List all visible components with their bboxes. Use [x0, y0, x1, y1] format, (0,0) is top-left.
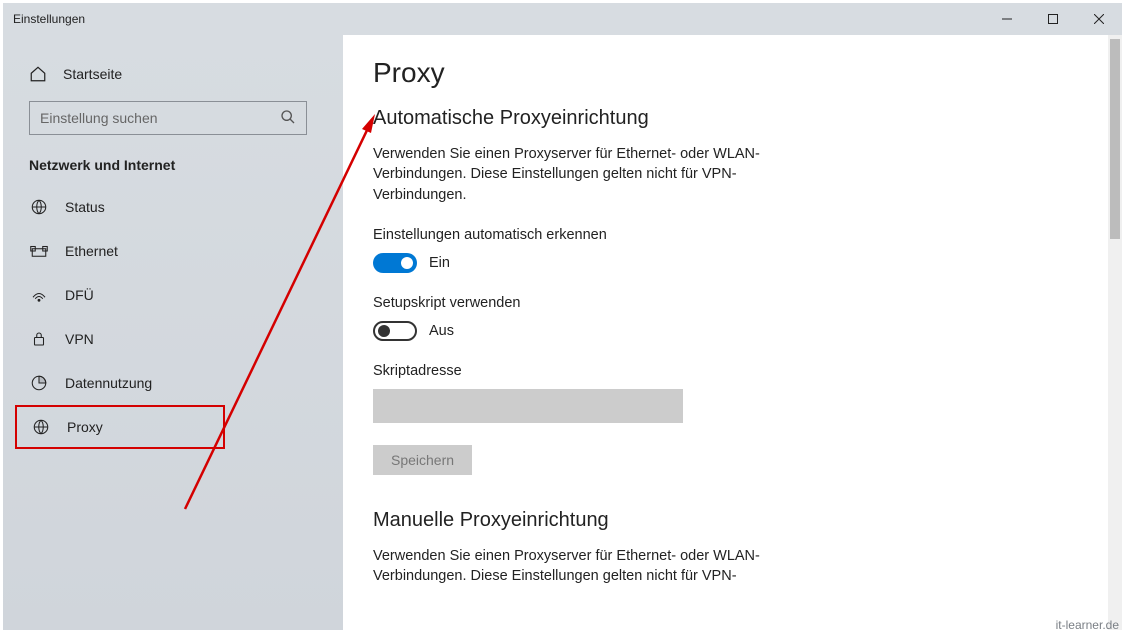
- setup-script-state: Aus: [429, 323, 454, 339]
- data-usage-icon: [29, 373, 49, 393]
- sidebar-item-ethernet[interactable]: Ethernet: [3, 229, 343, 273]
- script-address-label: Skriptadresse: [373, 363, 1092, 379]
- content-pane: Proxy Automatische Proxyeinrichtung Verw…: [343, 35, 1122, 630]
- detect-settings-toggle[interactable]: [373, 253, 417, 273]
- detect-settings-toggle-row: Ein: [373, 253, 1092, 273]
- maximize-button[interactable]: [1030, 3, 1076, 35]
- detect-settings-state: Ein: [429, 255, 450, 271]
- detect-settings-label: Einstellungen automatisch erkennen: [373, 227, 1092, 243]
- home-icon: [29, 65, 47, 83]
- page-title: Proxy: [373, 57, 1092, 89]
- sidebar-item-proxy[interactable]: Proxy: [17, 407, 223, 447]
- sidebar-item-vpn[interactable]: VPN: [3, 317, 343, 361]
- settings-window: Einstellungen Startseite: [3, 3, 1122, 630]
- manual-proxy-heading: Manuelle Proxyeinrichtung: [373, 509, 1092, 532]
- maximize-icon: [1048, 14, 1058, 24]
- close-button[interactable]: [1076, 3, 1122, 35]
- window-title: Einstellungen: [13, 12, 85, 26]
- sidebar-section-header: Netzwerk und Internet: [3, 157, 343, 185]
- script-address-input[interactable]: [373, 389, 683, 423]
- sidebar-item-label: VPN: [65, 331, 94, 347]
- sidebar-item-label: DFÜ: [65, 287, 94, 303]
- close-icon: [1094, 14, 1104, 24]
- minimize-button[interactable]: [984, 3, 1030, 35]
- content-scrollbar[interactable]: [1108, 35, 1122, 630]
- manual-proxy-description: Verwenden Sie einen Proxyserver für Ethe…: [373, 546, 773, 587]
- search-input[interactable]: [30, 110, 306, 126]
- search-wrap: [3, 101, 343, 157]
- nav-list: Status Ethernet DFÜ: [3, 185, 343, 449]
- sidebar-item-label: Status: [65, 199, 105, 215]
- globe-icon: [29, 197, 49, 217]
- setup-script-toggle-row: Aus: [373, 321, 1092, 341]
- minimize-icon: [1002, 14, 1012, 24]
- sidebar: Startseite Netzwerk und Internet Status: [3, 35, 343, 630]
- globe-icon: [31, 417, 51, 437]
- window-controls: [984, 3, 1122, 35]
- save-button[interactable]: Speichern: [373, 445, 472, 475]
- sidebar-home-label: Startseite: [63, 66, 122, 82]
- auto-proxy-heading: Automatische Proxyeinrichtung: [373, 107, 1092, 130]
- sidebar-item-status[interactable]: Status: [3, 185, 343, 229]
- sidebar-item-label: Proxy: [67, 419, 103, 435]
- setup-script-label: Setupskript verwenden: [373, 295, 1092, 311]
- search-box[interactable]: [29, 101, 307, 135]
- sidebar-home[interactable]: Startseite: [3, 55, 343, 101]
- sidebar-item-dfue[interactable]: DFÜ: [3, 273, 343, 317]
- vpn-icon: [29, 329, 49, 349]
- sidebar-item-label: Datennutzung: [65, 375, 152, 391]
- titlebar: Einstellungen: [3, 3, 1122, 35]
- dialup-icon: [29, 285, 49, 305]
- sidebar-item-label: Ethernet: [65, 243, 118, 259]
- sidebar-item-datausage[interactable]: Datennutzung: [3, 361, 343, 405]
- scrollbar-thumb[interactable]: [1110, 39, 1120, 239]
- auto-proxy-description: Verwenden Sie einen Proxyserver für Ethe…: [373, 144, 773, 205]
- annotation-highlight: Proxy: [15, 405, 225, 449]
- ethernet-icon: [29, 241, 49, 261]
- body-area: Startseite Netzwerk und Internet Status: [3, 35, 1122, 630]
- watermark: it-learner.de: [1056, 618, 1119, 632]
- setup-script-toggle[interactable]: [373, 321, 417, 341]
